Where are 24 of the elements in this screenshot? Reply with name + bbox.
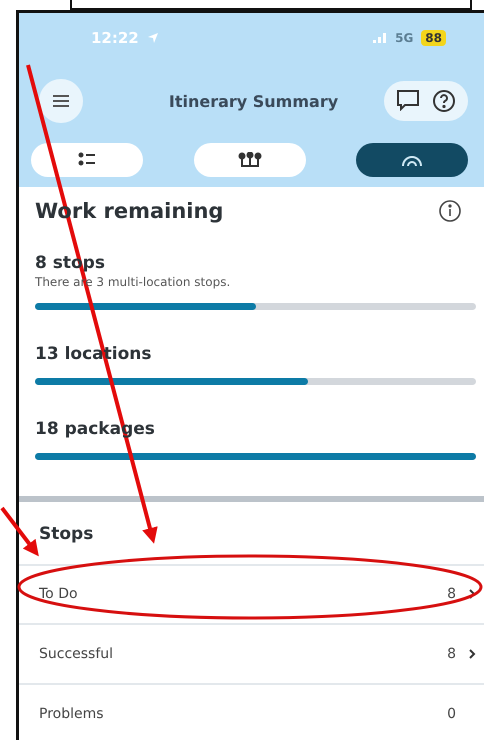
row-label: To Do xyxy=(39,586,78,602)
signal-icon xyxy=(373,33,388,43)
menu-icon xyxy=(53,94,69,108)
row-count: 0 xyxy=(447,706,456,722)
list-icon xyxy=(78,152,96,168)
status-time: 12:22 xyxy=(91,29,139,47)
row-count: 8 xyxy=(447,646,456,662)
screen-title: Itinerary Summary xyxy=(168,92,338,110)
view-tab[interactable] xyxy=(356,143,468,177)
info-icon[interactable] xyxy=(438,199,462,223)
row-count: 8 xyxy=(447,586,456,602)
menu-button[interactable] xyxy=(39,79,83,123)
location-arrow-icon xyxy=(146,32,159,44)
help-icon xyxy=(432,89,456,113)
row-label: Successful xyxy=(39,646,114,662)
gauge-icon xyxy=(401,153,423,167)
network-label: 5G xyxy=(395,31,414,45)
help-button[interactable] xyxy=(430,87,458,115)
row-label: Problems xyxy=(39,706,104,722)
chat-icon xyxy=(396,89,420,111)
section-title: Stops xyxy=(39,524,94,544)
battery-level: 88 xyxy=(421,30,446,46)
route-icon xyxy=(238,152,262,168)
view-tab[interactable] xyxy=(194,143,306,177)
